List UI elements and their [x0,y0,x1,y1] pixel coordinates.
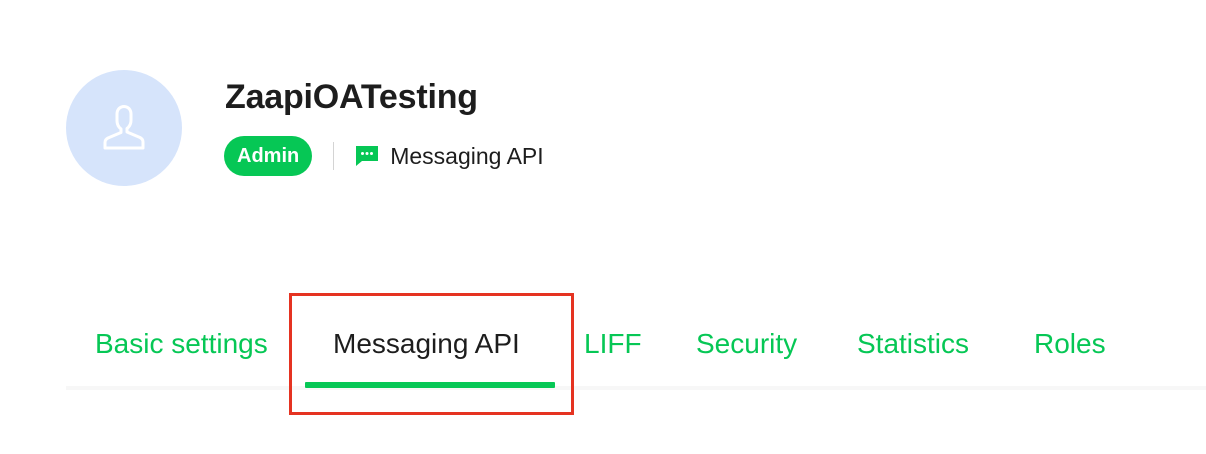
meta-divider [333,142,335,170]
tab-security[interactable]: Security [696,328,797,360]
user-silhouette-icon [102,105,146,151]
tab-messaging-api[interactable]: Messaging API [333,328,520,360]
channel-avatar [66,70,182,186]
chat-bubble-icon [355,145,379,167]
tab-statistics[interactable]: Statistics [857,328,969,360]
tab-liff[interactable]: LIFF [584,328,642,360]
channel-type-label: Messaging API [390,142,544,169]
role-badge: Admin [224,136,313,176]
settings-tabs: Basic settings Messaging API LIFF Securi… [66,300,1206,390]
channel-page: ZaapiOATesting Admin Messaging API Basic… [0,0,1206,454]
channel-name: ZaapiOATesting [225,78,478,116]
active-tab-indicator [305,382,555,388]
channel-type: Messaging API [355,142,544,170]
tab-basic-settings[interactable]: Basic settings [95,328,268,360]
tab-roles[interactable]: Roles [1034,328,1106,360]
channel-meta: Admin Messaging API [224,135,544,177]
